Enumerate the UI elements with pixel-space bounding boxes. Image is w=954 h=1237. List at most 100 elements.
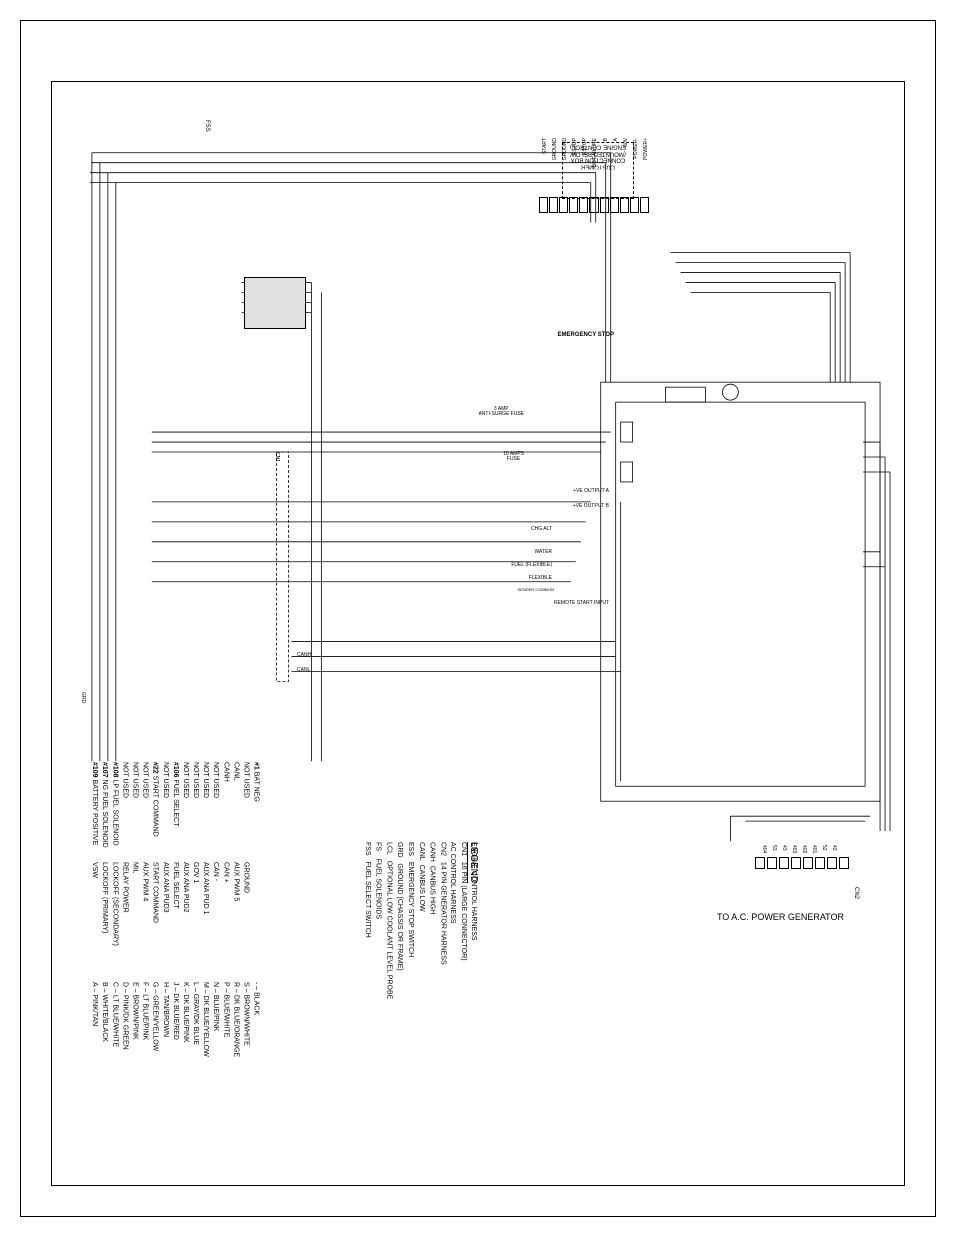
wire-desc: GOV 1 <box>191 862 200 946</box>
wire-description-block: VSW LOCKOFF (PRIMARY) LOCKOFF (SECONDARY… <box>90 862 251 946</box>
color-row: N – BLUE/PINK <box>211 982 220 1057</box>
conn-pin <box>779 857 789 869</box>
color-row: P – BLUE/WHITE <box>221 982 230 1057</box>
color-row: J – DK BLUE/RED <box>171 982 180 1057</box>
conn-pin <box>767 857 777 869</box>
terminal: START <box>539 197 548 213</box>
terminal: POWER+ <box>640 197 649 213</box>
color-row: C – LT BLUE/WHITE <box>110 982 119 1057</box>
conn-pin <box>755 857 765 869</box>
port-label: FUEL (FLEXIBLE) <box>511 562 552 568</box>
conn-pin-label: 401 <box>811 845 817 853</box>
color-row: S – BROWN/WHITE <box>241 982 250 1057</box>
wire-col: NOT USED <box>161 762 170 848</box>
fuse-1-label: 3 AMPANTI-SURGE FUSE <box>478 407 524 417</box>
wire-col: NOT USED <box>130 762 139 848</box>
color-row: M – DK BLUE/YELLOW <box>201 982 210 1057</box>
wire-desc: START COMMAND <box>151 862 160 946</box>
wire-desc: AUX PWM 4 <box>140 862 149 946</box>
port-label: FLEXIBLE <box>529 575 552 581</box>
wire-identifier-block: #109 BATTERY POSITIVE #107 NG FUEL SOLEN… <box>90 762 261 848</box>
wire-desc: AUX PWM 5 <box>231 862 240 946</box>
port-label: SENDER COMMON <box>518 587 554 592</box>
ac-power-label: TO A.C. POWER GENERATOR <box>717 912 844 922</box>
canl-label: CANL <box>297 667 310 673</box>
schematic-page: CUSTOMER CONNECTION BOX (MOUNTED BELOW E… <box>20 20 936 1217</box>
ac-connector-strip <box>755 857 849 869</box>
terminal: A <box>610 197 619 213</box>
wire-desc: GROUND <box>241 862 250 946</box>
color-row: E – BROWN/PINK <box>130 982 139 1057</box>
conn-pin-label: 53 <box>771 845 777 851</box>
terminal: ESTOP <box>579 197 588 213</box>
wire-desc: VSW <box>90 862 99 946</box>
wire-desc: FUEL SELECT <box>171 862 180 946</box>
wiring-lines <box>52 82 904 842</box>
fuse-2-label: 10 AMPSFUSE <box>503 452 524 462</box>
conn-pin-label: 43 <box>781 845 787 851</box>
emergency-stop-label: EMERGENCY STOP <box>558 332 614 338</box>
wire-desc: MIL <box>130 862 139 946</box>
wire-col: NOT USED <box>120 762 129 848</box>
port-label: CHG ALT <box>531 526 552 532</box>
legend-item: FS FUEL SOLENOIDS <box>373 842 383 999</box>
legend-item: CANL CANBUS LOW <box>416 842 426 999</box>
wire-desc: LOCKOFF (PRIMARY) <box>100 862 109 946</box>
grd-label: GRD <box>80 692 86 703</box>
wire-col: #106 FUEL SELECT <box>171 762 180 848</box>
relay-box <box>244 277 306 329</box>
conn-pin <box>827 857 837 869</box>
wire-desc: AUX ANA PUD 1 <box>201 862 210 946</box>
conn-pin-label: 403 <box>791 845 797 853</box>
fss-label: FSS <box>204 120 210 132</box>
port-label: +VE OUTPUT A <box>573 488 609 494</box>
color-row: - – BLACK <box>252 982 261 1057</box>
color-row: B – WHITE/BLACK <box>100 982 109 1057</box>
color-row: F – LT BLUE/PINK <box>140 982 149 1057</box>
wire-desc: AUX ANA PUD3 <box>161 862 170 946</box>
conn-pin-label: 402 <box>801 845 807 853</box>
wire-col: #1 BAT NEG <box>252 762 261 848</box>
conn-pin <box>815 857 825 869</box>
wire-col: #108 LP FUEL SOLENOID <box>110 762 119 848</box>
color-row: K – DK BLUE/PINK <box>181 982 190 1057</box>
conn-pin-label: 52 <box>821 845 827 851</box>
terminal: POWER- <box>630 197 639 213</box>
conn-pin <box>791 857 801 869</box>
terminal: B <box>600 197 609 213</box>
port-label: WATER <box>535 549 553 555</box>
color-row: A – PINK/TAN <box>90 982 99 1057</box>
terminal: ESTOP <box>569 197 578 213</box>
wire-col: #107 NG FUEL SOLENOID <box>100 762 109 848</box>
canh-label: CANH <box>297 652 311 658</box>
port-label: +VE OUTPUT B <box>573 503 609 509</box>
wire-desc: RELAY POWER <box>120 862 129 946</box>
wire-desc: AUX ANA PUD2 <box>181 862 190 946</box>
color-row: R – DK BLUE/ORANGE <box>231 982 240 1057</box>
wire-desc: CAN + <box>221 862 230 946</box>
wire-col: NOT USED <box>140 762 149 848</box>
port-label: REMOTE START INPUT <box>554 600 609 606</box>
legend-item: FSS FUEL SELECT SWITCH <box>362 842 372 999</box>
wire-col: #22 START COMMAND <box>151 762 160 848</box>
inner-frame: CUSTOMER CONNECTION BOX (MOUNTED BELOW E… <box>51 81 905 1186</box>
color-row: G – GREEN/YELLOW <box>151 982 160 1057</box>
wire-col: NOT USED <box>191 762 200 848</box>
cn1-label: CN1 <box>274 452 280 462</box>
wire-col: NOT USED <box>181 762 190 848</box>
color-row: H – TAN/BROWN <box>161 982 170 1057</box>
conn-pin-label: 42 <box>831 845 837 851</box>
conn-pin <box>803 857 813 869</box>
terminal: GROUND <box>549 197 558 213</box>
wire-col: NOT USED <box>211 762 220 848</box>
conn-pin <box>839 857 849 869</box>
color-row: D – PINK/DK GREEN <box>120 982 129 1057</box>
cn2-label: CN2 <box>853 887 859 899</box>
wire-col: CANL <box>231 762 240 848</box>
legend-item: CN1 16 PIN (LARGE CONNECTOR)ENGINE CONTR… <box>458 842 478 999</box>
color-code-legend: A – PINK/TAN B – WHITE/BLACK C – LT BLUE… <box>90 982 261 1057</box>
legend-item: CANH CANBUS HIGH <box>427 842 437 999</box>
terminal-strip: START GROUND GROUND ESTOP ESTOP BC FAILU… <box>539 197 649 227</box>
wire-col: NOT USED <box>241 762 250 848</box>
legend-block: FSS FUEL SELECT SWITCH FS FUEL SOLENOIDS… <box>362 842 478 999</box>
